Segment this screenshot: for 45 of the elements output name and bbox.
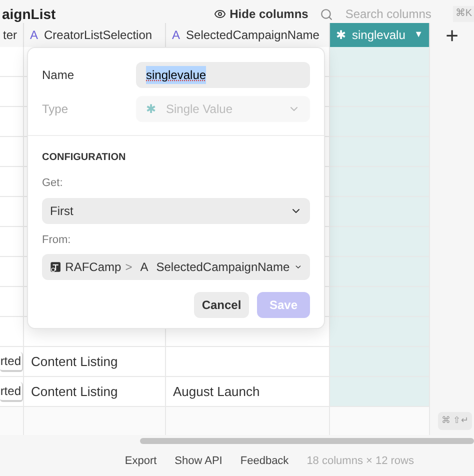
type-icon: ✱ xyxy=(146,100,156,118)
add-column-button[interactable]: + xyxy=(430,23,474,47)
field-label: Name xyxy=(42,67,76,84)
cancel-button[interactable]: Cancel xyxy=(194,292,249,318)
field-label: Type xyxy=(42,101,70,118)
field-label: Get: xyxy=(42,176,64,191)
name-field[interactable]: singlevalue xyxy=(136,62,310,88)
table-cell xyxy=(0,77,24,107)
table-cell: Content Listing xyxy=(24,347,166,377)
table-icon xyxy=(50,259,62,275)
table-cell xyxy=(0,167,24,197)
eye-icon xyxy=(214,8,226,20)
column-label: singlevalu xyxy=(352,27,406,44)
new-row-cell[interactable] xyxy=(166,407,330,435)
type-icon: A xyxy=(172,26,180,44)
column-label: SelectedCampaignName xyxy=(186,27,320,44)
table-summary: 18 columns × 12 rows xyxy=(306,454,414,469)
table-cell: August Launch xyxy=(166,377,330,407)
column-header[interactable]: ter xyxy=(0,23,24,47)
shortcut-hint: ⌘ ⇧↵ xyxy=(438,412,472,430)
column-label: ter xyxy=(2,27,17,44)
type-icon: ✱ xyxy=(336,26,346,44)
horizontal-scrollbar[interactable] xyxy=(140,438,474,444)
section-heading: CONFIGURATION xyxy=(42,151,127,165)
type-icon: A xyxy=(30,26,38,44)
table-title: aignList xyxy=(2,6,56,22)
table-cell xyxy=(0,137,24,167)
search-icon xyxy=(320,8,334,20)
new-row-cell[interactable] xyxy=(330,407,430,435)
search-field[interactable]: Search columns xyxy=(345,6,442,22)
table-cell xyxy=(0,197,24,227)
table-cell xyxy=(0,227,24,257)
table-cell: Content Listing xyxy=(24,377,166,407)
footer-link[interactable]: Show API xyxy=(174,453,222,470)
get-select[interactable]: First xyxy=(42,198,310,224)
footer-link[interactable]: Feedback xyxy=(240,453,289,470)
shortcut-badge: ⌘K xyxy=(453,6,474,22)
table-cell xyxy=(0,257,24,287)
footer-link[interactable]: Export xyxy=(124,453,157,470)
field-label: From: xyxy=(42,232,72,248)
table-cell xyxy=(0,107,24,137)
column-label: CreatorListSelection xyxy=(44,27,152,44)
hide-columns-button[interactable]: Hide columns xyxy=(214,6,308,22)
table-cell xyxy=(0,287,24,317)
from-select[interactable]: RAFCamp > A SelectedCampaignName xyxy=(42,254,310,280)
